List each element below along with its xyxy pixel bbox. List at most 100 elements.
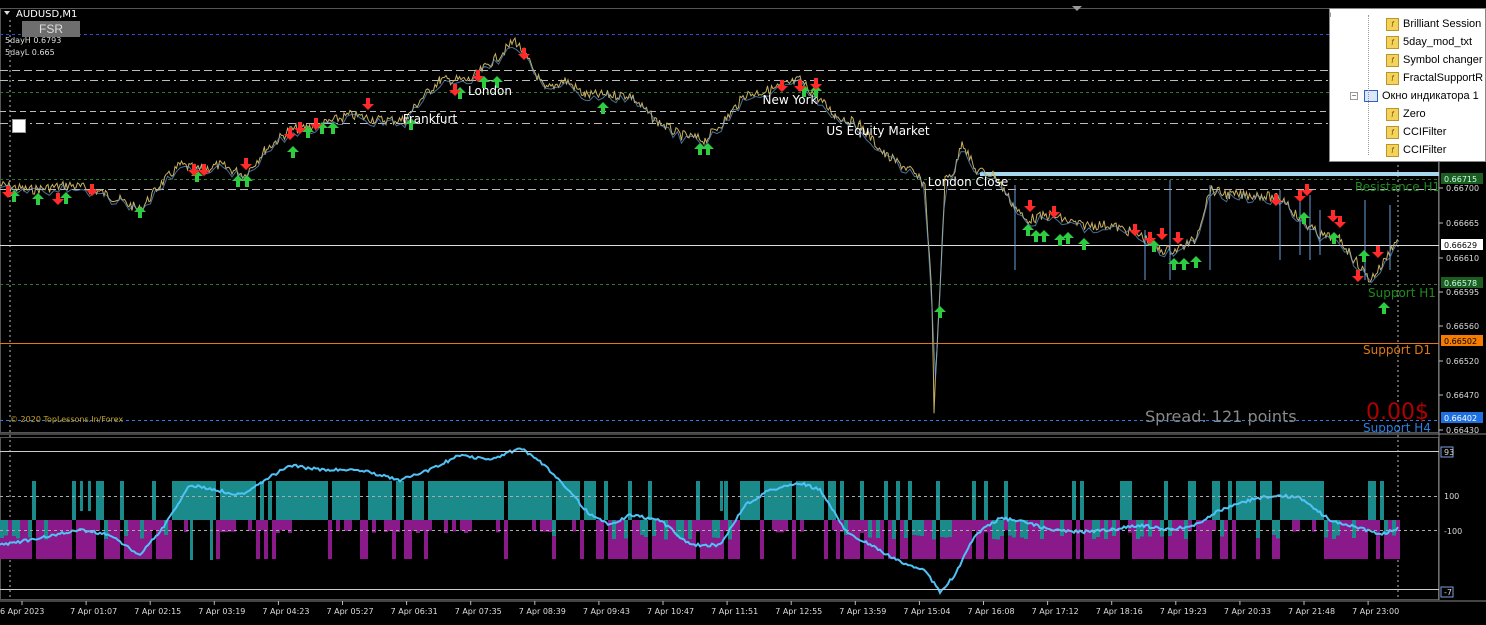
- navigator-item[interactable]: f 5day_mod_txt: [1386, 33, 1472, 51]
- hist-bar: [1360, 520, 1364, 559]
- time-tick-label: 7 Apr 06:31: [391, 607, 438, 616]
- indicator-tick-label: -7: [1444, 588, 1452, 597]
- hist-bar: [724, 520, 728, 532]
- hist-bar: [1044, 520, 1048, 559]
- hist-bar: [716, 520, 720, 538]
- hist-bar: [404, 520, 408, 559]
- hist-bar: [1312, 481, 1316, 520]
- hist-bar: [1372, 520, 1376, 530]
- hist-bar: [652, 520, 656, 536]
- hist-bar: [128, 520, 132, 559]
- custom-indicator-icon: f: [1386, 125, 1399, 139]
- hist-bar: [544, 481, 548, 520]
- hist-bar: [1056, 520, 1060, 559]
- hist-bar: [1368, 520, 1372, 530]
- hist-bar: [1172, 520, 1176, 559]
- navigator-item[interactable]: f CCIFilter: [1386, 123, 1446, 141]
- hist-bar: [176, 481, 180, 520]
- hist-bar: [1072, 481, 1076, 520]
- time-tick-label: 7 Apr 13:59: [839, 607, 886, 616]
- hist-bar: [712, 520, 716, 538]
- navigator-item-label: Brilliant Session L: [1403, 18, 1486, 30]
- hist-bar: [1356, 520, 1360, 559]
- hist-bar: [4, 520, 8, 536]
- time-tick-label: 7 Apr 05:27: [327, 607, 374, 616]
- hist-bar: [784, 520, 788, 531]
- sell-arrow-icon: [284, 128, 296, 140]
- hist-bar: [552, 520, 556, 536]
- price-label-text: 0.66715: [1444, 175, 1477, 184]
- price-label-text: 0.66502: [1444, 337, 1477, 346]
- hist-bar: [1364, 520, 1368, 559]
- time-tick-label: 6 Apr 2023: [0, 607, 44, 616]
- time-tick-label: 7 Apr 17:12: [1032, 607, 1079, 616]
- hist-bar: [432, 481, 436, 520]
- chart-menu-icon[interactable]: [4, 11, 10, 15]
- hist-bar: [896, 481, 900, 520]
- hist-bar: [452, 481, 456, 520]
- price-tick-label: 0.66700: [1446, 184, 1479, 193]
- time-tick-label: 7 Apr 10:47: [647, 607, 694, 616]
- hist-bar: [248, 481, 252, 520]
- sell-arrow-icon: [362, 98, 374, 110]
- collapse-icon[interactable]: −: [1350, 92, 1358, 101]
- hist-bar: [1292, 520, 1296, 532]
- navigator-item[interactable]: f FractalSupportR: [1386, 69, 1483, 87]
- time-tick-label: 7 Apr 20:33: [1224, 607, 1271, 616]
- time-tick-label: 7 Apr 01:07: [70, 607, 117, 616]
- hist-bar: [832, 520, 836, 531]
- hist-bar: [208, 481, 212, 520]
- hist-bar: [1340, 520, 1344, 559]
- hist-bar: [580, 520, 584, 559]
- hist-bar: [932, 520, 936, 540]
- hist-bar: [1136, 520, 1140, 539]
- hist-bar: [600, 520, 604, 559]
- hist-bar: [1008, 520, 1012, 536]
- hist-bar: [288, 481, 292, 520]
- hist-bar: [312, 481, 316, 520]
- hist-bar: [420, 520, 424, 531]
- hist-bar: [872, 520, 876, 559]
- chart-canvas[interactable]: AUDUSD,M1 5dayH 0.6793 5dayL 0.665 © 202…: [0, 0, 1486, 621]
- session-label: US Equity Market: [826, 124, 930, 138]
- indicator-pane-border: [0, 437, 1439, 600]
- price-axis[interactable]: 0.66700 0.66665 0.66610 0.66595 0.66560 0.665…: [1439, 173, 1483, 435]
- hist-bar: [700, 520, 704, 559]
- hist-bar: [112, 520, 116, 559]
- custom-indicator-icon: f: [1386, 53, 1399, 67]
- hist-bar: [152, 520, 156, 530]
- hist-bar: [496, 481, 500, 520]
- hist-bar: [1052, 520, 1056, 559]
- navigator-item[interactable]: f Brilliant Session L: [1386, 15, 1486, 33]
- hist-bar: [884, 481, 888, 520]
- hist-bar: [344, 520, 348, 531]
- hist-bar: [900, 520, 904, 559]
- hist-bar: [604, 481, 608, 520]
- hist-bar: [1240, 481, 1244, 520]
- hist-bar: [224, 481, 228, 520]
- hist-bar: [256, 520, 260, 559]
- hist-bar: [336, 481, 340, 520]
- hist-bar: [516, 481, 520, 520]
- hist-bar: [520, 481, 524, 520]
- symbol-changer-checkbox[interactable]: [12, 119, 26, 133]
- hist-bar: [72, 481, 76, 520]
- navigator-panel[interactable]: Wh fBrilliant Session Lf5day_mod_txtfSym…: [1329, 8, 1486, 162]
- hist-bar: [748, 481, 752, 520]
- buy-arrow-icon: [287, 146, 299, 158]
- hist-bar: [472, 481, 476, 520]
- navigator-item[interactable]: f CCIFilter: [1386, 141, 1446, 159]
- hist-bar: [210, 520, 213, 560]
- navigator-item[interactable]: f Zero: [1386, 105, 1426, 123]
- fsr-button[interactable]: FSR: [22, 21, 80, 37]
- hist-bar: [1076, 520, 1080, 559]
- chart-window[interactable]: AUDUSD,M1 5dayH 0.6793 5dayL 0.665 © 202…: [0, 0, 1486, 621]
- time-tick-label: 7 Apr 16:08: [968, 607, 1015, 616]
- hist-bar: [248, 520, 252, 531]
- buy-arrow-icon: [1178, 258, 1190, 270]
- time-tick-label: 7 Apr 02:15: [134, 607, 181, 616]
- hist-bar: [760, 520, 764, 559]
- hist-bar: [972, 481, 976, 520]
- time-axis[interactable]: 6 Apr 2023 7 Apr 01:07 7 Apr 02:15 7 Apr 03…: [0, 601, 1399, 616]
- navigator-item[interactable]: f Symbol changer: [1386, 51, 1483, 69]
